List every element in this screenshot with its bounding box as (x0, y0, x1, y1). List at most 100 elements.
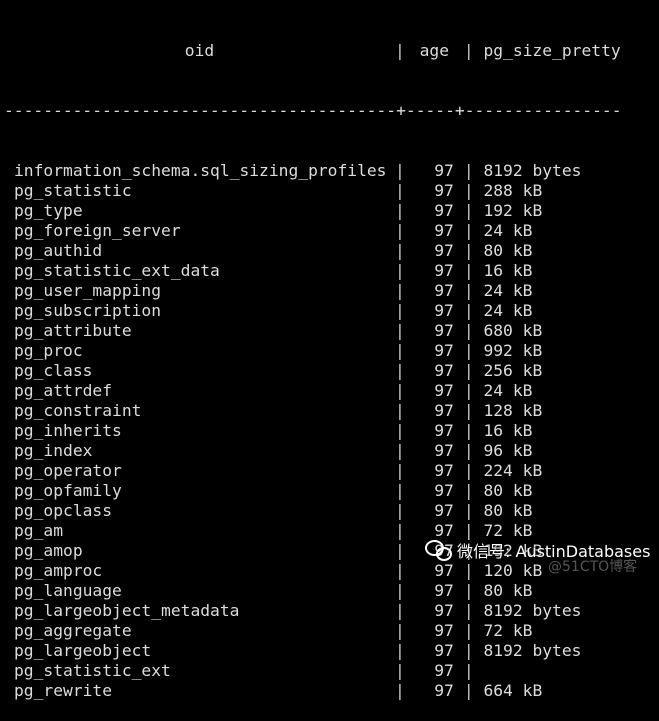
cell-age: 97 (434, 621, 454, 640)
column-separator: | (395, 541, 405, 560)
column-separator: | (463, 461, 474, 480)
table-row: pg_largeobject_metadata | 97 | 8192 bytes (4, 601, 622, 621)
column-separator: | (395, 661, 405, 680)
column-separator: | (463, 581, 474, 600)
cell-age: 97 (434, 401, 454, 420)
cell-size: 72 kB (483, 621, 533, 640)
column-separator: | (395, 161, 405, 180)
cell-oid: information_schema.sql_sizing_profiles (14, 161, 387, 180)
cell-oid: pg_largeobject_metadata (14, 601, 240, 620)
cell-age: 97 (434, 381, 454, 400)
column-separator: | (395, 281, 405, 300)
cell-size: 8192 bytes (483, 601, 582, 620)
column-separator: | (463, 361, 474, 380)
cell-size: 256 kB (483, 361, 543, 380)
column-separator: | (395, 641, 405, 660)
cell-age: 97 (434, 341, 454, 360)
table-row: pg_attrdef | 97 | 24 kB (4, 381, 622, 401)
cell-oid: pg_opfamily (14, 481, 122, 500)
column-separator: | (463, 441, 474, 460)
table-row: pg_user_mapping | 97 | 24 kB (4, 281, 622, 301)
table-row: pg_proc | 97 | 992 kB (4, 341, 622, 361)
column-separator: | (463, 341, 474, 360)
cell-oid: pg_opclass (14, 501, 113, 520)
cell-size: 24 kB (483, 281, 533, 300)
table-row: pg_type | 97 | 192 kB (4, 201, 622, 221)
cell-oid: pg_inherits (14, 421, 122, 440)
column-separator: | (395, 321, 405, 340)
cell-size: 24 kB (483, 301, 533, 320)
cell-oid: pg_rewrite (14, 681, 113, 700)
column-separator: | (395, 601, 405, 620)
cell-size: 96 kB (483, 441, 533, 460)
table-row: pg_opclass | 97 | 80 kB (4, 501, 622, 521)
cell-age: 97 (434, 241, 454, 260)
column-separator: | (395, 361, 405, 380)
cell-oid: pg_constraint (14, 401, 142, 420)
cell-size: 664 kB (483, 681, 543, 700)
cell-age: 97 (434, 181, 454, 200)
cell-size: 80 kB (483, 501, 533, 520)
header-age: age (419, 41, 450, 60)
cell-oid: pg_operator (14, 461, 122, 480)
cell-age: 97 (434, 561, 454, 580)
table-row: pg_statistic_ext | 97 | (4, 661, 622, 681)
table-row: pg_statistic | 97 | 288 kB (4, 181, 622, 201)
cell-size: 8192 bytes (483, 161, 582, 180)
cell-oid: pg_user_mapping (14, 281, 162, 300)
table-row: pg_operator | 97 | 224 kB (4, 461, 622, 481)
column-separator: | (395, 341, 405, 360)
cell-oid: pg_amop (14, 541, 83, 560)
cell-size: 16 kB (483, 421, 533, 440)
column-separator: | (463, 241, 474, 260)
column-separator: | (395, 241, 405, 260)
cell-oid: pg_statistic_ext_data (14, 261, 220, 280)
cell-age: 97 (434, 661, 454, 680)
cell-size: 120 kB (483, 561, 543, 580)
cell-size: 992 kB (483, 341, 543, 360)
column-separator: | (463, 281, 474, 300)
column-separator: | (395, 301, 405, 320)
column-separator: | (463, 221, 474, 240)
table-row: pg_language | 97 | 80 kB (4, 581, 622, 601)
cell-age: 97 (434, 161, 454, 180)
wechat-icon (425, 539, 453, 561)
column-separator: | (395, 481, 405, 500)
table-body: information_schema.sql_sizing_profiles | 9… (4, 161, 622, 701)
cell-age: 97 (434, 641, 454, 660)
cell-oid: pg_statistic_ext (14, 661, 171, 680)
table-row: pg_attribute | 97 | 680 kB (4, 321, 622, 341)
cell-oid: pg_language (14, 581, 122, 600)
table-row: pg_largeobject | 97 | 8192 bytes (4, 641, 622, 661)
header-size: pg_size_pretty (483, 41, 621, 60)
table-row: pg_aggregate | 97 | 72 kB (4, 621, 622, 641)
column-separator: | (395, 381, 405, 400)
column-separator: | (463, 621, 474, 640)
table-row: pg_index | 97 | 96 kB (4, 441, 622, 461)
header-oid: oid (184, 41, 215, 60)
column-separator: | (463, 41, 474, 60)
cell-size: 680 kB (483, 321, 543, 340)
column-separator: | (395, 581, 405, 600)
table-row: pg_constraint | 97 | 128 kB (4, 401, 622, 421)
cell-oid: pg_attribute (14, 321, 132, 340)
table-row: pg_opfamily | 97 | 80 kB (4, 481, 622, 501)
column-separator: | (395, 521, 405, 540)
column-separator: | (463, 261, 474, 280)
cell-age: 97 (434, 301, 454, 320)
column-separator: | (395, 421, 405, 440)
cell-size: 128 kB (483, 401, 543, 420)
cell-oid: pg_authid (14, 241, 103, 260)
column-separator: | (395, 41, 405, 60)
cell-size: 16 kB (483, 261, 533, 280)
cell-age: 97 (434, 281, 454, 300)
cell-size: 24 kB (483, 221, 533, 240)
column-separator: | (395, 441, 405, 460)
cell-oid: pg_largeobject (14, 641, 152, 660)
cell-size: 192 kB (483, 201, 543, 220)
cell-age: 97 (434, 681, 454, 700)
column-separator: | (463, 421, 474, 440)
cell-oid: pg_class (14, 361, 93, 380)
cell-size: 80 kB (483, 481, 533, 500)
table-header-row: oid | age | pg_size_pretty (4, 41, 622, 61)
